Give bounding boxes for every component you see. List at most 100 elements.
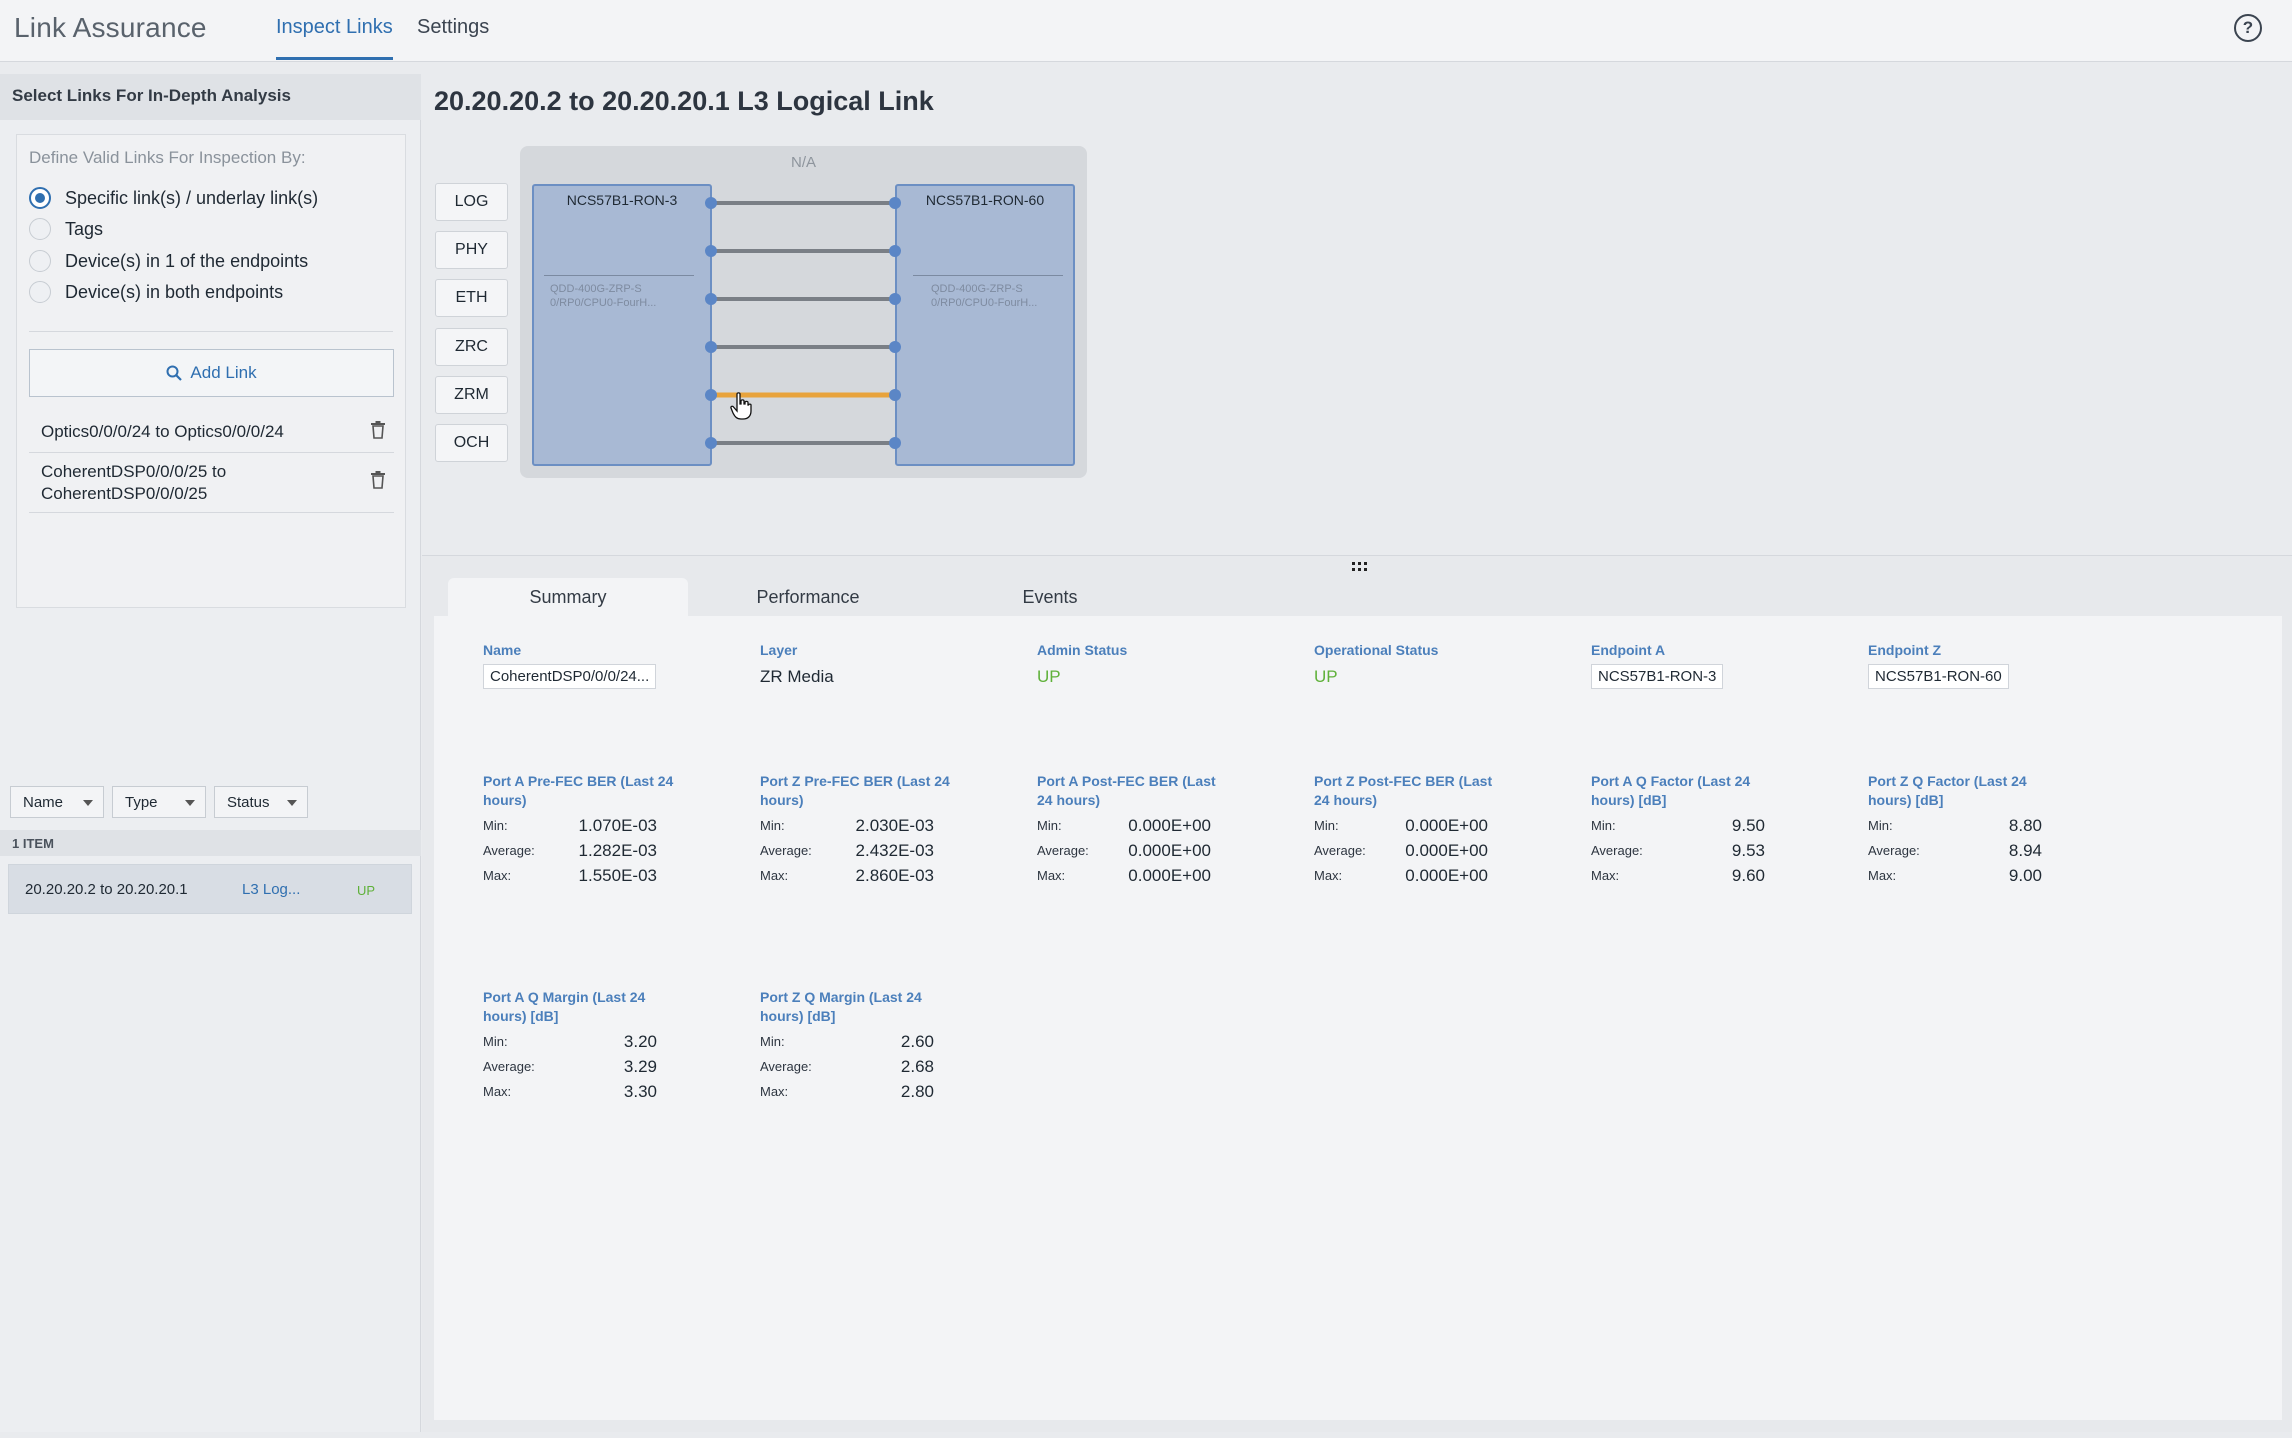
admin-status-value: UP xyxy=(1037,667,1061,686)
metric-avg-value: 9.53 xyxy=(1731,841,1765,860)
layer-button-och[interactable]: OCH xyxy=(435,424,508,462)
filter-label: Status xyxy=(227,793,270,811)
metric-title-line2: hours) [dB] xyxy=(1868,792,1944,808)
layer-value: ZR Media xyxy=(760,667,834,686)
caret-down-icon xyxy=(83,800,93,806)
radio-specific-links[interactable]: Specific link(s) / underlay link(s) xyxy=(29,185,318,211)
radio-icon[interactable] xyxy=(29,250,51,272)
radio-label: Tags xyxy=(65,218,104,239)
trash-icon[interactable] xyxy=(370,421,386,439)
metric-title-line2: hours) [dB] xyxy=(483,1008,559,1024)
metric-title-line1: Port A Q Margin (Last 24 xyxy=(483,989,646,1005)
port-node xyxy=(705,341,717,353)
summary-content: Name CoherentDSP0/0/0/24... Layer ZR Med… xyxy=(434,616,2282,1420)
operational-status-label: Operational Status xyxy=(1314,642,1439,658)
radio-device-one-endpoint[interactable]: Device(s) in 1 of the endpoints xyxy=(29,248,308,274)
tab-events[interactable]: Events xyxy=(930,578,1170,616)
endpoint-z-value: NCS57B1-RON-60 xyxy=(1868,664,2009,689)
metric-avg-label: Average: xyxy=(1037,843,1089,858)
radio-icon-checked[interactable] xyxy=(29,187,51,209)
layer-button-log[interactable]: LOG xyxy=(435,183,508,221)
selected-link-item: CoherentDSP0/0/0/25 to CoherentDSP0/0/0/… xyxy=(29,455,394,513)
metric-title-line2: 24 hours) xyxy=(1314,792,1378,808)
metric-avg-label: Average: xyxy=(1314,843,1366,858)
metric-min-value: 9.50 xyxy=(1731,816,1765,835)
radio-device-both-endpoints[interactable]: Device(s) in both endpoints xyxy=(29,279,283,305)
port-node xyxy=(889,197,901,209)
tab-inspect-links[interactable]: Inspect Links xyxy=(276,16,393,60)
link-definition-panel: Define Valid Links For Inspection By: Sp… xyxy=(16,134,406,608)
port-node xyxy=(705,389,717,401)
metric-avg-label: Average: xyxy=(483,843,535,858)
layer-button-zrc[interactable]: ZRC xyxy=(435,328,508,366)
radio-tags[interactable]: Tags xyxy=(29,216,103,242)
name-value: CoherentDSP0/0/0/24... xyxy=(483,664,657,689)
metric-max-label: Max: xyxy=(760,1084,789,1099)
caret-down-icon xyxy=(185,800,195,806)
radio-icon[interactable] xyxy=(29,218,51,240)
endpoint-a-value: NCS57B1-RON-3 xyxy=(1591,664,1724,689)
metric-title-line2: hours) xyxy=(483,792,527,808)
operational-status-value: UP xyxy=(1314,667,1338,686)
tab-summary[interactable]: Summary xyxy=(448,578,688,616)
search-icon xyxy=(166,365,183,381)
layer-links xyxy=(705,197,901,449)
metric-max-label: Max: xyxy=(483,1084,512,1099)
link-item-label: Optics0/0/0/24 to Optics0/0/0/24 xyxy=(41,422,284,441)
filter-name-dropdown[interactable]: Name xyxy=(10,786,104,818)
metric-title: Port Z Post-FEC BER (Last 24 hours) xyxy=(1314,772,1514,810)
metric-min-label: Min: xyxy=(760,1034,785,1049)
metric-title-line1: Port A Pre-FEC BER (Last 24 xyxy=(483,773,674,789)
sidebar-title: Select Links For In-Depth Analysis xyxy=(12,86,291,105)
metric-title: Port Z Pre-FEC BER (Last 24 hours) xyxy=(760,772,960,810)
page-title: 20.20.20.2 to 20.20.20.1 L3 Logical Link xyxy=(434,86,934,116)
metric-min-label: Min: xyxy=(1314,818,1339,833)
sidebar: Select Links For In-Depth Analysis Defin… xyxy=(0,74,421,1432)
sidebar-header: Select Links For In-Depth Analysis xyxy=(0,74,421,120)
metric-avg-value: 3.29 xyxy=(623,1057,657,1076)
tab-performance[interactable]: Performance xyxy=(688,578,928,616)
selected-link-item: Optics0/0/0/24 to Optics0/0/0/24 xyxy=(29,409,394,453)
layer-button-eth[interactable]: ETH xyxy=(435,279,508,317)
port-node xyxy=(889,293,901,305)
tab-settings[interactable]: Settings xyxy=(417,16,489,57)
layer-button-phy[interactable]: PHY xyxy=(435,231,508,269)
link-item-label-line2: CoherentDSP0/0/0/25 xyxy=(41,484,208,503)
item-count: 1 ITEM xyxy=(0,830,421,856)
filter-type-dropdown[interactable]: Type xyxy=(112,786,206,818)
drag-handle-icon[interactable] xyxy=(1352,562,1368,572)
radio-icon[interactable] xyxy=(29,281,51,303)
help-icon[interactable]: ? xyxy=(2234,14,2262,42)
caret-down-icon xyxy=(287,800,297,806)
result-type: L3 Log... xyxy=(242,881,301,898)
endpoint-a-label: Endpoint A xyxy=(1591,642,1666,658)
port-node xyxy=(889,389,901,401)
metric-max-value: 0.000E+00 xyxy=(1128,866,1211,885)
trash-icon[interactable] xyxy=(370,471,386,489)
metric-title: Port A Q Factor (Last 24 hours) [dB] xyxy=(1591,772,1791,810)
filter-status-dropdown[interactable]: Status xyxy=(214,786,308,818)
metric-max-label: Max: xyxy=(1591,868,1620,883)
metric-avg-value: 0.000E+00 xyxy=(1405,841,1488,860)
link-result-row[interactable]: 20.20.20.2 to 20.20.20.1 L3 Log... UP xyxy=(8,864,412,914)
metric-min-label: Min: xyxy=(1591,818,1616,833)
layer-button-zrm[interactable]: ZRM xyxy=(435,376,508,414)
metric-title-line1: Port Z Q Margin (Last 24 xyxy=(760,989,922,1005)
metric-avg-label: Average: xyxy=(1591,843,1643,858)
name-label: Name xyxy=(483,642,522,658)
port-node xyxy=(889,245,901,257)
add-link-button[interactable]: Add Link xyxy=(29,349,394,397)
metric-min-label: Min: xyxy=(483,1034,508,1049)
metric-avg-value: 1.282E-03 xyxy=(578,841,657,860)
metric-title: Port Z Q Margin (Last 24 hours) [dB] xyxy=(760,988,960,1026)
result-status: UP xyxy=(357,883,376,898)
metric-min-value: 2.60 xyxy=(900,1032,934,1051)
metric-max-value: 9.60 xyxy=(1731,866,1765,885)
metric-avg-label: Average: xyxy=(760,843,812,858)
port-node xyxy=(705,437,717,449)
divider xyxy=(29,331,393,332)
metric-max-label: Max: xyxy=(760,868,789,883)
metric-max-label: Max: xyxy=(1037,868,1066,883)
metric-max-label: Max: xyxy=(483,868,512,883)
radio-label: Device(s) in 1 of the endpoints xyxy=(65,250,309,271)
